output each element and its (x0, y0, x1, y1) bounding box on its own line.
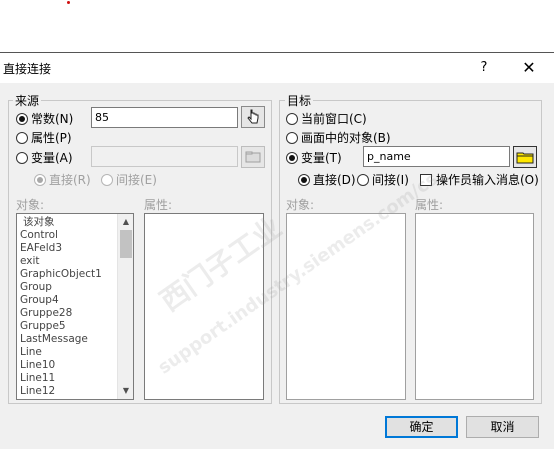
property-radio-indicator[interactable] (16, 131, 28, 144)
source-object-item[interactable]: EAFeld3 (17, 242, 118, 255)
target-attribute-label: 属性: (415, 198, 444, 212)
scroll-up-icon[interactable]: ▲ (118, 215, 133, 229)
source-object-item[interactable]: LastMessage (17, 333, 118, 346)
marker-dot (67, 1, 70, 4)
target-indirect-radio-label: 间接(I) (372, 173, 409, 187)
source-direct-radio[interactable]: 直接(R) (34, 171, 91, 188)
source-direct-radio-indicator[interactable] (34, 173, 46, 186)
source-object-item[interactable]: Group4 (17, 294, 118, 307)
current-window-radio-label: 当前窗口(C) (301, 112, 367, 126)
cursor-pointer-icon (247, 109, 259, 124)
property-radio-label: 属性(P) (31, 131, 72, 145)
scroll-down-icon[interactable]: ▼ (118, 384, 133, 398)
target-direct-radio-label: 直接(D) (313, 173, 356, 187)
target-variable-browse-button[interactable] (513, 146, 537, 168)
source-variable-radio-indicator[interactable] (16, 151, 28, 164)
source-variable-radio-label: 变量(A) (31, 151, 73, 165)
source-object-items: 该对象 Control EAFeld3 exit GraphicObject1 Group… (17, 214, 118, 398)
source-variable-input[interactable] (91, 146, 238, 167)
source-attribute-label: 属性: (144, 198, 173, 212)
property-radio[interactable]: 属性(P) (16, 129, 72, 146)
operator-input-message-checkbox-box[interactable] (420, 173, 432, 186)
object-in-screen-radio-label: 画面中的对象(B) (301, 131, 391, 145)
source-object-item[interactable]: Gruppe5 (17, 320, 118, 333)
title-bar[interactable]: 直接连接 ? ✕ (0, 53, 554, 83)
folder-icon (516, 152, 534, 164)
source-object-label: 对象: (16, 198, 45, 212)
ok-button[interactable]: 确定 (385, 416, 458, 438)
scroll-thumb[interactable] (120, 230, 132, 258)
target-indirect-radio-indicator[interactable] (357, 173, 369, 186)
source-indirect-radio-indicator[interactable] (101, 173, 113, 186)
dialog-title: 直接连接 (3, 62, 52, 76)
object-in-screen-radio[interactable]: 画面中的对象(B) (286, 129, 391, 146)
target-direct-radio[interactable]: 直接(D) (298, 171, 356, 188)
object-in-screen-radio-indicator[interactable] (286, 131, 298, 144)
target-object-label: 对象: (286, 198, 315, 212)
constant-value-input[interactable]: 85 (91, 107, 238, 128)
target-object-list[interactable] (286, 213, 406, 400)
constant-radio-label: 常数(N) (31, 112, 74, 126)
direct-connection-dialog: 直接连接 ? ✕ 来源 常数(N) 85 属性(P) 变量(A) 直接(R) 间… (0, 53, 554, 449)
source-group-label: 来源 (13, 92, 42, 109)
operator-input-message-label: 操作员输入消息(O) (436, 173, 539, 187)
source-direct-radio-label: 直接(R) (49, 173, 91, 187)
source-object-item[interactable]: exit (17, 255, 118, 268)
help-button[interactable]: ? (474, 58, 494, 78)
source-object-item[interactable]: Line11 (17, 372, 118, 385)
source-object-item[interactable]: 该对象 (17, 216, 118, 229)
target-attribute-list[interactable] (415, 213, 534, 400)
current-window-radio-indicator[interactable] (286, 112, 298, 125)
target-variable-radio-indicator[interactable] (286, 151, 298, 164)
target-indirect-radio[interactable]: 间接(I) (357, 171, 409, 188)
close-button[interactable]: ✕ (518, 58, 540, 78)
source-object-item[interactable]: GraphicObject1 (17, 268, 118, 281)
source-indirect-radio-label: 间接(E) (116, 173, 157, 187)
constant-radio[interactable]: 常数(N) (16, 110, 73, 127)
target-group-label: 目标 (285, 92, 314, 109)
target-variable-radio-label: 变量(T) (301, 151, 342, 165)
source-attribute-list[interactable] (144, 213, 264, 400)
folder-icon (245, 151, 261, 163)
source-indirect-radio[interactable]: 间接(E) (101, 171, 157, 188)
target-variable-radio[interactable]: 变量(T) (286, 149, 342, 166)
target-variable-input[interactable]: p_name (363, 146, 510, 167)
source-variable-browse-button[interactable] (241, 146, 265, 168)
operator-input-message-checkbox[interactable]: 操作员输入消息(O) (420, 171, 539, 188)
target-direct-radio-indicator[interactable] (298, 173, 310, 186)
constant-radio-indicator[interactable] (16, 112, 28, 125)
source-object-item[interactable]: Line12 (17, 385, 118, 398)
source-object-item[interactable]: Line10 (17, 359, 118, 372)
source-object-scrollbar[interactable]: ▲ ▼ (117, 214, 133, 399)
pick-constant-button[interactable] (241, 106, 265, 128)
source-object-item[interactable]: Line (17, 346, 118, 359)
source-object-item[interactable]: Gruppe28 (17, 307, 118, 320)
source-object-item[interactable]: Group (17, 281, 118, 294)
cancel-button[interactable]: 取消 (466, 416, 539, 438)
current-window-radio[interactable]: 当前窗口(C) (286, 110, 367, 127)
source-variable-radio[interactable]: 变量(A) (16, 149, 73, 166)
source-object-item[interactable]: Control (17, 229, 118, 242)
source-object-list[interactable]: 该对象 Control EAFeld3 exit GraphicObject1 Group… (16, 213, 134, 400)
